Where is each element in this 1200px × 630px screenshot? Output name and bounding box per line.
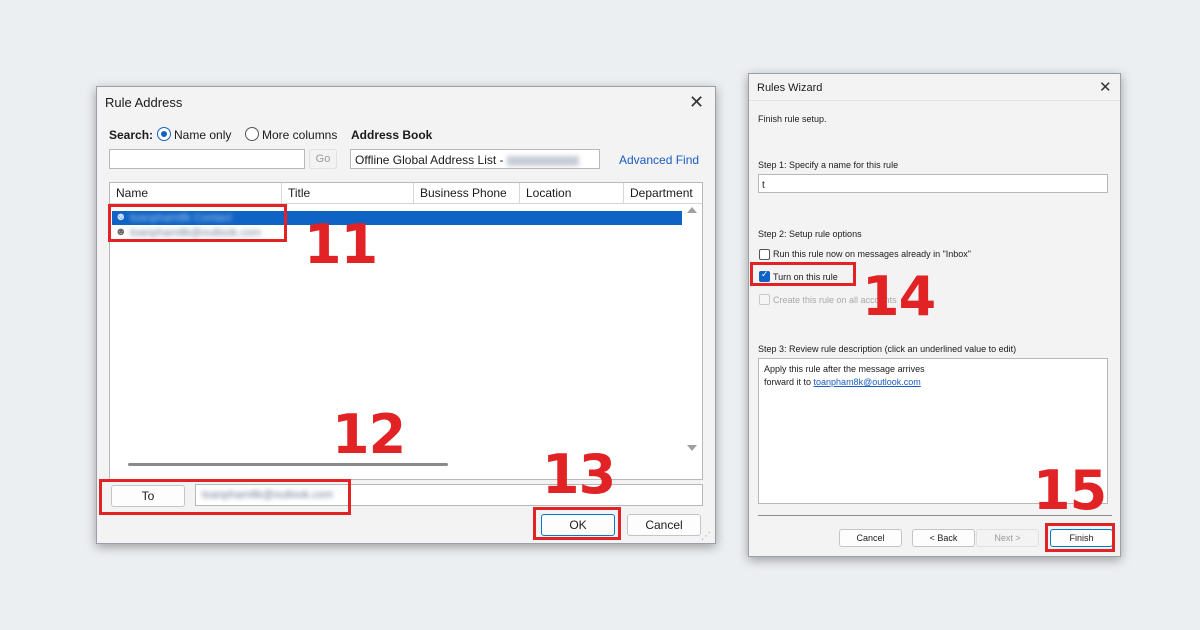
- search-label: Search:: [109, 128, 154, 142]
- rule-address-dialog: Rule Address ✕ Search: Name only More co…: [96, 86, 716, 544]
- separator: [749, 100, 1120, 101]
- back-button[interactable]: < Back: [912, 529, 975, 547]
- scroll-down-icon[interactable]: [687, 445, 697, 451]
- wizard-cancel-button[interactable]: Cancel: [839, 529, 902, 547]
- go-button[interactable]: Go: [309, 149, 337, 169]
- rule-name-value: t: [762, 180, 765, 191]
- col-department[interactable]: Department: [624, 183, 702, 203]
- address-book-select[interactable]: Offline Global Address List -: [350, 149, 600, 169]
- close-icon[interactable]: ✕: [689, 93, 704, 111]
- radio-name-only[interactable]: [157, 127, 171, 141]
- rule-name-input[interactable]: t: [758, 174, 1108, 193]
- col-business-phone[interactable]: Business Phone: [414, 183, 520, 203]
- annotation-14: 14: [862, 265, 936, 328]
- highlight-ok: [533, 507, 621, 540]
- desc-line-2: forward it to toanpham8k@outlook.com: [764, 376, 1102, 389]
- address-book-value: Offline Global Address List -: [355, 153, 504, 167]
- next-button[interactable]: Next >: [976, 529, 1039, 547]
- close-icon[interactable]: ✕: [1099, 80, 1112, 95]
- radio-name-only-label: Name only: [174, 128, 232, 142]
- highlight-finish: [1045, 523, 1115, 552]
- resize-grip-icon[interactable]: ⋰: [701, 531, 711, 542]
- wizard-title: Rules Wizard: [757, 82, 823, 94]
- step2-label: Step 2: Setup rule options: [758, 229, 862, 239]
- dialog-title: Rule Address: [105, 95, 183, 110]
- highlight-to: [99, 479, 351, 515]
- desc-line-1: Apply this rule after the message arrive…: [764, 364, 925, 374]
- annotation-15: 15: [1033, 459, 1107, 522]
- run-now-checkbox[interactable]: [759, 249, 770, 260]
- address-book-label: Address Book: [351, 128, 433, 142]
- annotation-12: 12: [332, 403, 406, 466]
- highlight-rows: [108, 204, 287, 242]
- scroll-up-icon[interactable]: [687, 207, 697, 213]
- finish-setup-text: Finish rule setup.: [758, 114, 827, 124]
- advanced-find-link[interactable]: Advanced Find: [619, 153, 699, 167]
- cancel-button[interactable]: Cancel: [627, 514, 701, 536]
- col-title[interactable]: Title: [282, 183, 414, 203]
- desc-prefix: forward it to: [764, 377, 814, 387]
- scrollbar-vertical[interactable]: [684, 205, 700, 455]
- search-input[interactable]: [109, 149, 305, 169]
- annotation-11: 11: [304, 213, 378, 276]
- list-header: Name Title Business Phone Location Depar…: [110, 183, 702, 204]
- highlight-turn-on: [750, 262, 856, 286]
- col-location[interactable]: Location: [520, 183, 624, 203]
- radio-more-columns-label: More columns: [262, 128, 338, 142]
- step3-label: Step 3: Review rule description (click a…: [758, 344, 1017, 354]
- radio-more-columns[interactable]: [245, 127, 259, 141]
- annotation-13: 13: [542, 443, 616, 506]
- forward-address-link[interactable]: toanpham8k@outlook.com: [814, 377, 921, 387]
- col-name[interactable]: Name: [110, 183, 282, 203]
- run-now-label: Run this rule now on messages already in…: [773, 249, 971, 259]
- all-accounts-checkbox[interactable]: [759, 294, 770, 305]
- step1-label: Step 1: Specify a name for this rule: [758, 160, 899, 170]
